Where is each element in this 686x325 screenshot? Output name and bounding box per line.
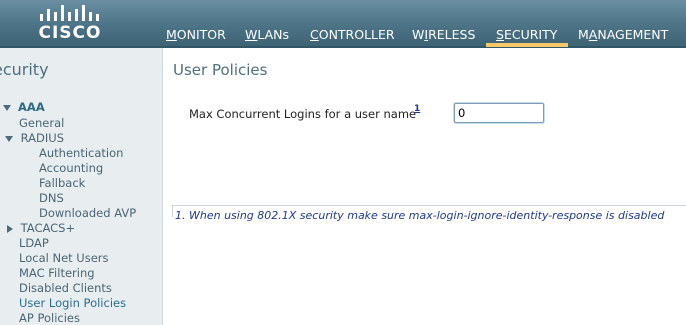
sidebar-item-tacacs-label: TACACS+ [20,221,76,235]
sidebar-item-disabled-clients[interactable]: Disabled Clients [19,281,112,296]
nav-wlans[interactable]: WLANs [245,26,289,44]
sidebar-item-radius[interactable]: RADIUS [5,131,64,146]
cisco-logo: CISCO [34,3,106,43]
nav-wireless-label: RELESS [428,27,476,42]
sidebar-item-radius-label: RADIUS [20,131,65,145]
sidebar-item-dns[interactable]: DNS [39,191,64,206]
footnote-ref-link[interactable]: 1 [414,104,420,114]
nav-wireless[interactable]: WIRELESS [412,26,475,44]
sidebar-item-mac-filtering[interactable]: MAC Filtering [19,266,95,281]
expanded-arrow-icon [5,135,13,142]
sidebar-item-user-login-policies[interactable]: User Login Policies [19,296,126,311]
sidebar-title: ecurity [0,60,49,79]
nav-monitor[interactable]: MONITOR [166,26,226,44]
sidebar-item-ldap[interactable]: LDAP [19,236,49,251]
nav-security[interactable]: SECURITY [496,26,557,44]
nav-active-indicator [486,43,568,47]
nav-security-accesskey: S [496,27,504,42]
sidebar-item-accounting[interactable]: Accounting [39,161,103,176]
nav-controller-accesskey: C [310,27,319,42]
sidebar-item-aaa[interactable]: AAA [3,100,45,115]
collapsed-arrow-icon [7,224,13,233]
nav-wlans-accesskey: W [245,27,258,42]
sidebar-item-downloaded-avp[interactable]: Downloaded AVP [39,206,136,221]
nav-controller-label: ONTROLLER [318,27,395,42]
expanded-arrow-icon [3,104,11,111]
nav-monitor-label: ONITOR [176,27,226,42]
nav-security-label: ECURITY [503,27,558,42]
footnote-divider [172,205,686,206]
footnote-divider-edge [172,205,173,217]
cisco-logo-text: CISCO [38,23,102,43]
max-logins-input[interactable] [454,103,544,123]
left-sidebar: ecurity AAA General RADIUS Authenticatio… [0,48,163,325]
nav-monitor-accesskey: M [166,27,177,42]
sidebar-item-general[interactable]: General [19,116,64,131]
sidebar-item-aaa-label: AAA [18,100,45,114]
nav-wireless-prefix: W [412,27,425,42]
max-logins-label: Max Concurrent Logins for a user name [189,107,417,121]
nav-management-label: NAGEMENT [597,27,669,42]
nav-management[interactable]: MANAGEMENT [578,26,668,44]
page-title: User Policies [173,61,268,79]
sidebar-item-authentication[interactable]: Authentication [39,146,123,161]
nav-management-prefix: M [578,27,589,42]
sidebar-item-local-net-users[interactable]: Local Net Users [19,251,109,266]
nav-controller[interactable]: CONTROLLER [310,26,395,44]
sidebar-item-ap-policies[interactable]: AP Policies [19,311,80,325]
sidebar-item-tacacs[interactable]: TACACS+ [7,221,75,236]
footnote-text: 1. When using 802.1X security make sure … [175,209,665,222]
cisco-bridge-icon [40,5,99,21]
sidebar-item-fallback[interactable]: Fallback [39,176,85,191]
nav-wlans-label: LANs [257,27,290,42]
